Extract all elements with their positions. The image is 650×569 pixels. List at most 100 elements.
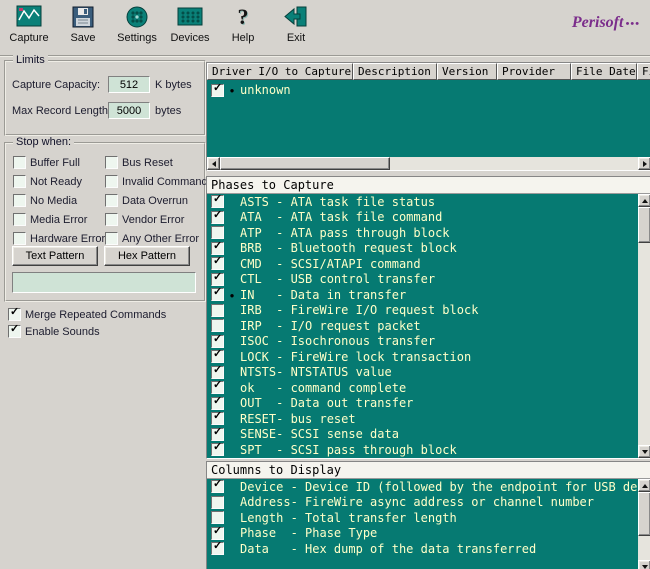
pattern-input[interactable] <box>12 272 196 293</box>
horizontal-scrollbar-thumb[interactable] <box>220 157 390 170</box>
phases-scrollbar-thumb[interactable] <box>638 207 650 243</box>
stop-condition-checkbox[interactable] <box>105 213 118 226</box>
stop-condition-checkbox[interactable] <box>13 213 26 226</box>
stop-condition-checkbox-row[interactable]: Hardware Error <box>13 232 105 245</box>
column-checkbox[interactable] <box>211 541 224 556</box>
driver-column-header[interactable]: Driver I/O to Capture <box>207 63 353 80</box>
settings-button[interactable]: Settings <box>110 3 164 44</box>
phase-checkbox[interactable] <box>211 334 224 348</box>
horizontal-scrollbar[interactable] <box>207 157 650 170</box>
help-button[interactable]: ? Help <box>216 3 270 44</box>
hex-pattern-button[interactable]: Hex Pattern <box>104 246 190 266</box>
capture-button[interactable]: Capture <box>2 3 56 44</box>
phase-checkbox[interactable] <box>211 287 224 302</box>
phase-row[interactable]: ok - command complete <box>207 380 638 396</box>
phase-row[interactable]: IRB - FireWire I/O request block <box>207 303 638 319</box>
capture-capacity-input[interactable] <box>108 76 150 93</box>
phase-checkbox[interactable] <box>211 303 224 317</box>
phase-checkbox[interactable] <box>211 442 224 457</box>
phase-row[interactable]: NTSTS- NTSTATUS value <box>207 365 638 381</box>
phases-scroll-down-button[interactable] <box>638 445 650 458</box>
phase-checkbox[interactable] <box>211 380 224 395</box>
column-row[interactable]: Length - Total transfer length <box>207 510 638 526</box>
stop-condition-checkbox-row[interactable]: Not Ready <box>13 175 103 188</box>
driver-column-header[interactable]: File Date <box>571 63 637 80</box>
stop-condition-checkbox-row[interactable]: Any Other Error <box>105 232 208 245</box>
column-row[interactable]: Address- FireWire async address or chann… <box>207 495 638 511</box>
stop-condition-checkbox[interactable] <box>13 232 26 245</box>
phase-row[interactable]: IRP - I/O request packet <box>207 318 638 334</box>
phase-row[interactable]: SPT - SCSI pass through block <box>207 442 638 458</box>
phase-checkbox[interactable] <box>211 396 224 410</box>
column-checkbox[interactable] <box>211 511 224 525</box>
column-checkbox[interactable] <box>211 495 224 509</box>
stop-condition-checkbox-row[interactable]: Buffer Full <box>13 156 103 169</box>
max-record-length-input[interactable] <box>108 102 150 119</box>
driver-checkbox[interactable] <box>211 83 224 97</box>
phase-checkbox[interactable] <box>211 194 224 209</box>
stop-condition-checkbox[interactable] <box>13 175 26 188</box>
driver-column-header[interactable]: Provider <box>497 63 571 80</box>
phase-row[interactable]: BRB - Bluetooth request block <box>207 241 638 257</box>
phase-checkbox[interactable] <box>211 256 224 271</box>
phase-checkbox[interactable] <box>211 272 224 286</box>
driver-row[interactable]: unknown <box>207 80 650 97</box>
driver-column-header[interactable]: Version <box>437 63 497 80</box>
phase-checkbox[interactable] <box>211 349 224 364</box>
stop-condition-checkbox-row[interactable]: Media Error <box>13 213 103 226</box>
scroll-right-button[interactable] <box>638 157 650 170</box>
stop-condition-checkbox[interactable] <box>105 232 118 245</box>
stop-condition-checkbox-row[interactable]: Data Overrun <box>105 194 208 207</box>
phase-checkbox[interactable] <box>211 365 224 379</box>
stop-condition-checkbox[interactable] <box>105 194 118 207</box>
column-row[interactable]: Device - Device ID (followed by the endp… <box>207 479 650 495</box>
devices-button[interactable]: Devices <box>163 3 217 44</box>
phase-row[interactable]: ISOC - Isochronous transfer <box>207 334 638 350</box>
option-checkbox[interactable] <box>8 307 21 321</box>
phase-row[interactable]: ASTS - ATA task file status <box>207 194 638 210</box>
columns-scroll-up-button[interactable] <box>638 479 650 492</box>
phases-scroll-up-button[interactable] <box>638 194 650 207</box>
phase-row[interactable]: RESET- bus reset <box>207 411 638 427</box>
driver-column-header[interactable]: Description <box>353 63 437 80</box>
phase-row[interactable]: ATA - ATA task file command <box>207 210 638 226</box>
option-checkbox[interactable] <box>8 324 21 338</box>
stop-condition-checkbox[interactable] <box>13 156 26 169</box>
phase-row[interactable]: IN - Data in transfer <box>207 287 638 303</box>
column-checkbox[interactable] <box>211 526 224 540</box>
phase-checkbox[interactable] <box>211 226 224 240</box>
columns-scroll-down-button[interactable] <box>638 560 650 569</box>
option-checkbox-row[interactable]: Merge Repeated Commands <box>8 307 166 321</box>
stop-condition-checkbox-row[interactable]: Invalid Command <box>105 175 208 188</box>
phase-row[interactable]: ATP - ATA pass through block <box>207 225 638 241</box>
option-checkbox-row[interactable]: Enable Sounds <box>8 324 166 338</box>
stop-condition-checkbox[interactable] <box>105 175 118 188</box>
phase-row[interactable]: LOCK - FireWire lock transaction <box>207 349 638 365</box>
phase-row[interactable]: CTL - USB control transfer <box>207 272 638 288</box>
phase-checkbox[interactable] <box>211 427 224 441</box>
stop-condition-checkbox-row[interactable]: No Media <box>13 194 103 207</box>
phase-checkbox[interactable] <box>211 411 224 426</box>
phase-checkbox[interactable] <box>211 210 224 224</box>
stop-condition-checkbox-row[interactable]: Bus Reset <box>105 156 208 169</box>
columns-scrollbar-thumb[interactable] <box>638 492 650 536</box>
column-row[interactable]: Phase - Phase Type <box>207 526 638 542</box>
text-pattern-button[interactable]: Text Pattern <box>12 246 98 266</box>
stop-condition-checkbox-row[interactable]: Vendor Error <box>105 213 208 226</box>
scroll-left-button[interactable] <box>207 157 220 170</box>
columns-vertical-scrollbar[interactable] <box>638 479 650 569</box>
phase-row[interactable]: CMD - SCSI/ATAPI command <box>207 256 638 272</box>
phases-vertical-scrollbar[interactable] <box>638 194 650 458</box>
column-checkbox[interactable] <box>211 479 224 494</box>
phase-checkbox[interactable] <box>211 241 224 255</box>
phase-row[interactable]: OUT - Data out transfer <box>207 396 638 412</box>
phase-checkbox[interactable] <box>211 319 224 333</box>
phase-row[interactable]: SENSE- SCSI sense data <box>207 427 638 443</box>
column-row[interactable]: Data - Hex dump of the data transferred <box>207 541 638 557</box>
driver-column-header[interactable]: Fi <box>637 63 650 80</box>
stop-condition-checkbox[interactable] <box>13 194 26 207</box>
exit-button[interactable]: Exit <box>269 3 323 44</box>
stop-condition-checkbox[interactable] <box>105 156 118 169</box>
save-button[interactable]: Save <box>56 3 110 44</box>
phase-label: IN - Data in transfer <box>240 287 407 302</box>
